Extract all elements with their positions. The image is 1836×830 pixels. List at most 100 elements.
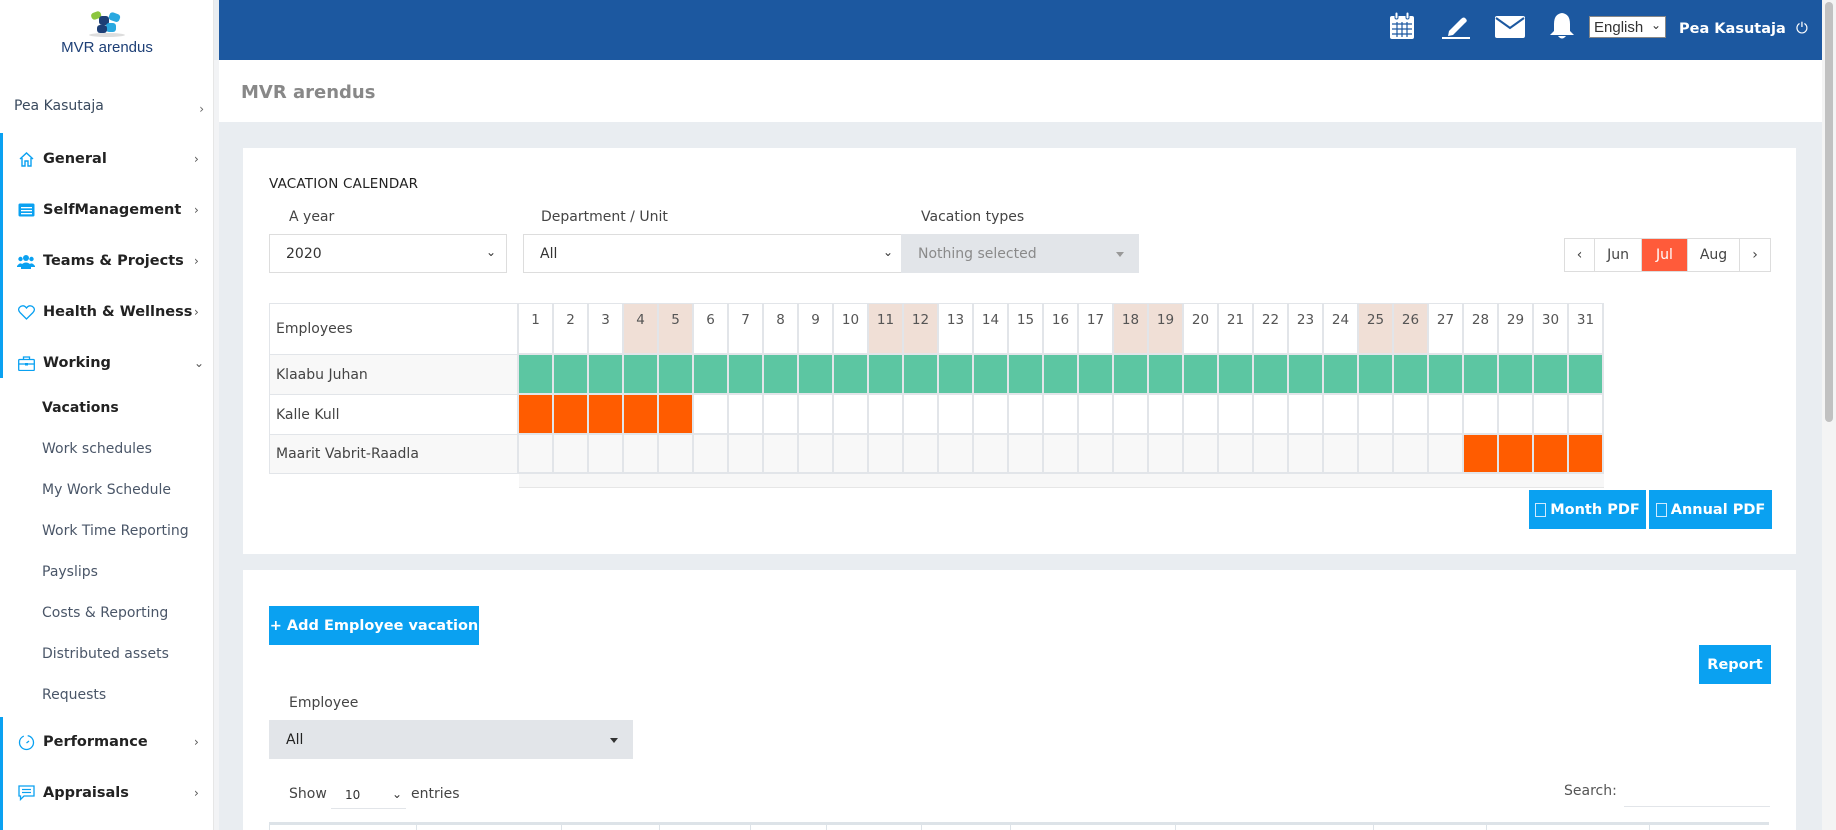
day-cell[interactable] — [1184, 435, 1219, 474]
page-scrollbar[interactable] — [1822, 0, 1836, 830]
sidebar-item-teams-projects[interactable]: Teams & Projects › — [0, 236, 214, 286]
department-select[interactable]: All ⌄ — [523, 234, 904, 273]
day-cell[interactable] — [1534, 395, 1569, 435]
day-cell[interactable] — [1429, 435, 1464, 474]
day-cell[interactable] — [694, 395, 729, 435]
employee-name[interactable]: Klaabu Juhan — [269, 355, 519, 395]
sidebar-user[interactable]: Pea Kasutaja › — [14, 96, 204, 116]
vacation-day-cell[interactable] — [974, 355, 1009, 395]
sidebar-subitem-payslips[interactable]: Payslips — [42, 564, 98, 580]
day-cell[interactable] — [1394, 435, 1429, 474]
employee-name[interactable]: Maarit Vabrit-Raadla — [269, 435, 519, 474]
vacation-day-cell[interactable] — [1009, 355, 1044, 395]
day-cell[interactable] — [729, 395, 764, 435]
day-cell[interactable] — [1009, 395, 1044, 435]
year-select[interactable]: 2020 ⌄ — [269, 234, 507, 273]
day-cell[interactable] — [1044, 435, 1079, 474]
header-user-name[interactable]: Pea Kasutaja — [1679, 21, 1786, 37]
day-cell[interactable] — [764, 395, 799, 435]
bell-icon[interactable] — [1549, 12, 1575, 44]
day-cell[interactable] — [1079, 435, 1114, 474]
vacation-day-cell[interactable] — [519, 355, 554, 395]
report-button[interactable]: Report — [1699, 645, 1771, 684]
vacation-day-cell[interactable] — [729, 355, 764, 395]
day-cell[interactable] — [869, 435, 904, 474]
sidebar-subitem-costs-reporting[interactable]: Costs & Reporting — [42, 605, 168, 621]
vacation-day-cell[interactable] — [554, 355, 589, 395]
vacation-day-cell[interactable] — [589, 355, 624, 395]
table-header-cell[interactable] — [1649, 825, 1769, 830]
sidebar-item-working[interactable]: Working ⌄ — [0, 338, 214, 388]
table-header-cell[interactable] — [750, 825, 826, 830]
day-cell[interactable] — [1044, 395, 1079, 435]
sidebar-item-general[interactable]: General › — [0, 134, 214, 184]
sidebar-subitem-distributed-assets[interactable]: Distributed assets — [42, 646, 169, 662]
day-cell[interactable] — [519, 435, 554, 474]
day-cell[interactable] — [659, 435, 694, 474]
sidebar-item-performance[interactable]: Performance › — [0, 717, 214, 767]
day-cell[interactable] — [1359, 435, 1394, 474]
annual-pdf-button[interactable]: Annual PDF — [1649, 490, 1772, 529]
day-cell[interactable] — [939, 435, 974, 474]
vacation-day-cell[interactable] — [1044, 355, 1079, 395]
table-header-cell[interactable] — [1486, 825, 1649, 830]
vacation-day-cell[interactable] — [1534, 435, 1569, 474]
vacation-day-cell[interactable] — [1534, 355, 1569, 395]
envelope-icon[interactable] — [1495, 16, 1525, 42]
sidebar-subitem-requests[interactable]: Requests — [42, 687, 106, 703]
day-cell[interactable] — [1324, 395, 1359, 435]
vacation-types-select[interactable]: Nothing selected — [901, 234, 1139, 273]
day-cell[interactable] — [1499, 395, 1534, 435]
day-cell[interactable] — [939, 395, 974, 435]
vacation-day-cell[interactable] — [904, 355, 939, 395]
day-cell[interactable] — [799, 395, 834, 435]
day-cell[interactable] — [554, 435, 589, 474]
day-cell[interactable] — [1149, 395, 1184, 435]
day-cell[interactable] — [1184, 395, 1219, 435]
table-header-cell[interactable] — [921, 825, 1010, 830]
calendar-icon[interactable] — [1389, 11, 1415, 44]
pen-icon[interactable] — [1441, 14, 1471, 44]
day-cell[interactable] — [624, 435, 659, 474]
month-aug-button[interactable]: Aug — [1688, 239, 1740, 271]
vacation-day-cell[interactable] — [1289, 355, 1324, 395]
entries-per-page-select[interactable]: 10 ⌄ — [331, 784, 406, 809]
sidebar-subitem-work-time-reporting[interactable]: Work Time Reporting — [42, 523, 189, 539]
day-cell[interactable] — [1359, 395, 1394, 435]
day-cell[interactable] — [974, 395, 1009, 435]
day-cell[interactable] — [834, 395, 869, 435]
sidebar-subitem-my-work-schedule[interactable]: My Work Schedule — [42, 482, 171, 498]
vacation-day-cell[interactable] — [1429, 355, 1464, 395]
vacation-day-cell[interactable] — [659, 395, 694, 435]
next-month-button[interactable]: › — [1740, 239, 1770, 271]
vacation-day-cell[interactable] — [1464, 355, 1499, 395]
vacation-day-cell[interactable] — [1464, 435, 1499, 474]
employee-filter-select[interactable]: All — [269, 720, 633, 759]
vacation-day-cell[interactable] — [1114, 355, 1149, 395]
day-cell[interactable] — [1569, 395, 1604, 435]
search-input[interactable] — [1624, 782, 1770, 807]
vacation-day-cell[interactable] — [1149, 355, 1184, 395]
table-header-cell[interactable] — [826, 825, 921, 830]
day-cell[interactable] — [1464, 395, 1499, 435]
vacation-day-cell[interactable] — [554, 395, 589, 435]
vacation-day-cell[interactable] — [1499, 355, 1534, 395]
day-cell[interactable] — [1219, 435, 1254, 474]
table-header-cell[interactable] — [1010, 825, 1175, 830]
vacation-day-cell[interactable] — [869, 355, 904, 395]
table-header-cell[interactable] — [1175, 825, 1373, 830]
day-cell[interactable] — [729, 435, 764, 474]
day-cell[interactable] — [694, 435, 729, 474]
vacation-day-cell[interactable] — [1254, 355, 1289, 395]
vacation-day-cell[interactable] — [1499, 435, 1534, 474]
day-cell[interactable] — [1289, 395, 1324, 435]
table-header-cell[interactable] — [269, 825, 416, 830]
vacation-day-cell[interactable] — [939, 355, 974, 395]
day-cell[interactable] — [1429, 395, 1464, 435]
day-cell[interactable] — [589, 435, 624, 474]
vacation-day-cell[interactable] — [799, 355, 834, 395]
day-cell[interactable] — [1324, 435, 1359, 474]
vacation-day-cell[interactable] — [624, 395, 659, 435]
logo[interactable]: MVR arendus — [0, 8, 214, 56]
vacation-day-cell[interactable] — [1569, 355, 1604, 395]
